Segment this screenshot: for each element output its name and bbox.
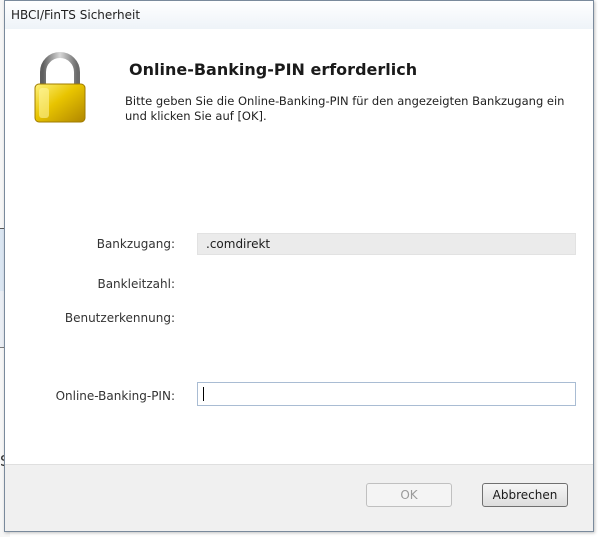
benutzerkennung-value xyxy=(197,307,576,329)
benutzerkennung-label: Benutzerkennung: xyxy=(64,311,175,325)
dialog-title: HBCI/FinTS Sicherheit xyxy=(11,8,141,22)
pin-input[interactable] xyxy=(197,382,576,406)
bankleitzahl-value xyxy=(197,273,576,295)
bankzugang-field: .comdirekt xyxy=(197,233,576,255)
pin-label: Online-Banking-PIN: xyxy=(55,389,175,403)
dialog-heading: Online-Banking-PIN erforderlich xyxy=(129,60,418,79)
button-bar: OK Abbrechen xyxy=(5,464,593,531)
bankzugang-label: Bankzugang: xyxy=(96,237,175,251)
cancel-button[interactable]: Abbrechen xyxy=(482,483,568,507)
dialog-description: Bitte geben Sie die Online-Banking-PIN f… xyxy=(125,94,565,123)
ok-button[interactable]: OK xyxy=(366,483,452,507)
padlock-icon xyxy=(34,52,86,123)
title-bar[interactable]: HBCI/FinTS Sicherheit xyxy=(5,1,593,30)
pin-dialog: HBCI/FinTS Sicherheit Online-Banking-PIN xyxy=(4,0,594,532)
text-caret xyxy=(203,387,204,401)
bankleitzahl-label: Bankleitzahl: xyxy=(97,277,175,291)
